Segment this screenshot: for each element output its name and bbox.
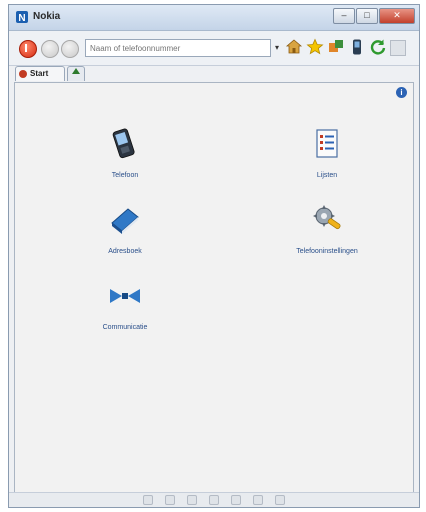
- settings-icon: [313, 205, 341, 230]
- addressbook-icon: [111, 208, 139, 234]
- refresh-icon[interactable]: [369, 38, 387, 56]
- back-button[interactable]: [41, 40, 59, 58]
- status-icon: [275, 495, 285, 505]
- maximize-button[interactable]: □: [356, 8, 378, 24]
- launcher-communicatie[interactable]: Communicatie: [75, 279, 175, 331]
- window-controls: – □ ✕: [333, 8, 415, 24]
- close-button[interactable]: ✕: [379, 8, 415, 24]
- status-bar: [9, 492, 419, 507]
- add-tab-icon: [72, 68, 80, 74]
- status-icon: [187, 495, 197, 505]
- minimize-button[interactable]: –: [333, 8, 355, 24]
- star-icon[interactable]: [306, 38, 324, 56]
- svg-text:N: N: [18, 13, 25, 24]
- home-icon[interactable]: [285, 38, 303, 56]
- window-title: Nokia: [33, 11, 61, 22]
- status-icon: [231, 495, 241, 505]
- start-tab-icon: [19, 70, 27, 78]
- launcher-label: Adresboek: [108, 248, 142, 255]
- launcher-telefoon[interactable]: Telefoon: [75, 127, 175, 179]
- launcher-adresboek[interactable]: Adresboek: [75, 203, 175, 255]
- tab-bar: Start: [9, 66, 419, 82]
- info-icon[interactable]: i: [396, 87, 407, 98]
- launcher-label: Telefooninstellingen: [296, 248, 358, 255]
- launcher-label: Lijsten: [316, 172, 338, 179]
- status-icon: [143, 495, 153, 505]
- search-input[interactable]: [85, 39, 271, 57]
- status-icon: [165, 495, 175, 505]
- puzzle-icon[interactable]: [327, 38, 345, 56]
- disabled-box-icon: [390, 40, 406, 56]
- forward-button[interactable]: [61, 40, 79, 58]
- launcher-lijsten[interactable]: Lijsten: [277, 127, 377, 179]
- title-bar[interactable]: N Nokia – □ ✕: [9, 5, 419, 31]
- tab-start-label: Start: [30, 69, 49, 78]
- stop-button[interactable]: [19, 40, 37, 58]
- status-icon: [209, 495, 219, 505]
- status-icon: [253, 495, 263, 505]
- app-logo-icon: N: [16, 11, 28, 24]
- chevron-down-icon[interactable]: ▾: [271, 39, 283, 57]
- communication-icon: [110, 289, 140, 303]
- tab-start[interactable]: Start: [15, 66, 65, 81]
- launcher-label: Communicatie: [102, 324, 148, 331]
- phone-icon[interactable]: [348, 38, 366, 56]
- launcher-telefooninstellingen[interactable]: Telefooninstellingen: [277, 203, 377, 255]
- toolbar: ▾: [9, 31, 419, 66]
- start-panel: i Telefoon Lijsten Adresboek Telefoonins…: [14, 82, 414, 493]
- list-icon: [316, 129, 338, 158]
- tab-add-button[interactable]: [67, 66, 85, 81]
- launcher-label: Telefoon: [111, 172, 139, 179]
- app-window: N Nokia – □ ✕ ▾: [8, 4, 420, 508]
- toolbar-icons: [285, 38, 406, 56]
- phone-icon: [112, 128, 135, 159]
